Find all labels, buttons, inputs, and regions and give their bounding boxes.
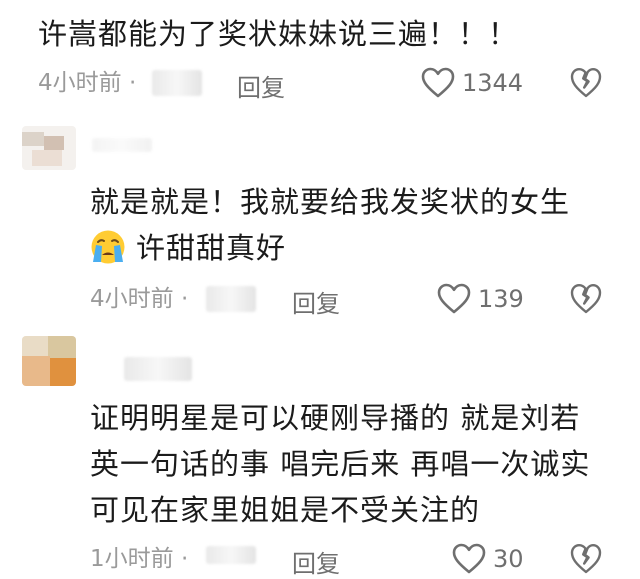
broken-heart-icon[interactable] — [570, 543, 602, 575]
comment-1-like-count: 1344 — [462, 69, 524, 97]
username-redacted — [206, 546, 256, 564]
broken-heart-icon[interactable] — [570, 67, 602, 99]
comment-2-text-line-2: 许甜甜真好 — [136, 231, 287, 265]
username-redacted — [124, 357, 192, 381]
comment-2-time: 4小时前 · — [90, 286, 189, 312]
comment-3-text-line-1: 证明明星是可以硬刚导播的 就是刘若 — [90, 401, 581, 435]
heart-outline-icon[interactable] — [452, 543, 486, 575]
comment-3-text-line-2: 英一句话的事 唱完后来 再唱一次诚实 — [90, 447, 591, 481]
comment-3-text-line-3: 可见在家里姐姐是不受关注的 — [90, 493, 481, 527]
comment-1-reply-button[interactable]: 回复 — [237, 68, 285, 103]
comment-3-time: 1小时前 · — [90, 546, 189, 572]
broken-heart-icon[interactable] — [570, 283, 602, 315]
comment-3-reply-button[interactable]: 回复 — [292, 544, 340, 579]
comment-1-text: 许嵩都能为了奖状妹妹说三遍！！！ — [38, 17, 519, 51]
crying-face-emoji — [90, 229, 126, 269]
comment-2-text-line-1: 就是就是！我就要给我发奖状的女生 — [90, 185, 571, 219]
comment-1-time: 4小时前 · — [38, 70, 137, 96]
heart-outline-icon[interactable] — [421, 67, 455, 99]
comment-2-like-count: 139 — [478, 285, 524, 313]
avatar[interactable] — [22, 336, 76, 386]
username-redacted — [152, 70, 202, 96]
comment-3-like-count: 30 — [493, 545, 524, 573]
comment-2-reply-button[interactable]: 回复 — [292, 284, 340, 319]
avatar[interactable] — [22, 126, 76, 170]
heart-outline-icon[interactable] — [437, 283, 471, 315]
username-redacted — [206, 286, 256, 312]
username-redacted — [92, 138, 152, 152]
